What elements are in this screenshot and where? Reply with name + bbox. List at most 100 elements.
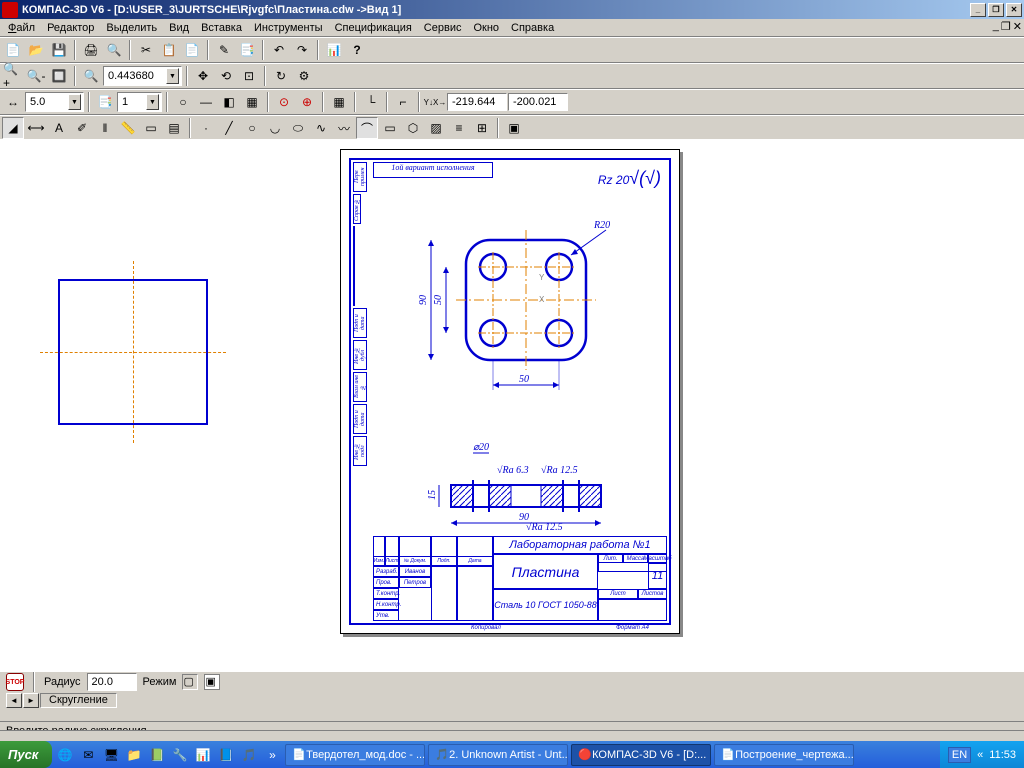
ql-1[interactable]: 📁 [124, 745, 144, 765]
menu-window[interactable]: Окно [467, 20, 505, 36]
layer-dd[interactable]: ▼ [146, 94, 159, 110]
layer-btn[interactable]: ◧ [218, 91, 240, 113]
refresh-button[interactable]: ↻ [270, 65, 292, 87]
spline-tool[interactable]: ∿ [310, 117, 332, 139]
task-kompas[interactable]: 🔴 КОМПАС-3D V6 - [D:... [571, 744, 711, 766]
layers-button[interactable]: 📑 [94, 91, 116, 113]
ql-desktop[interactable]: 🖥 [101, 745, 121, 765]
open-button[interactable]: 📂 [25, 39, 47, 61]
style-button[interactable]: — [195, 91, 217, 113]
task-word2[interactable]: 📄 Построение_чертежа.... [714, 744, 854, 766]
poly-tool[interactable]: ⬡ [402, 117, 424, 139]
close-button[interactable]: ✕ [1006, 3, 1022, 17]
zoom-input[interactable] [106, 68, 166, 84]
vars-button[interactable]: 📊 [323, 39, 345, 61]
copy-button[interactable]: 📋 [158, 39, 180, 61]
menu-insert[interactable]: Вставка [195, 20, 248, 36]
new-button[interactable]: 📄 [2, 39, 24, 61]
contour-tool[interactable]: ▣ [503, 117, 525, 139]
clock[interactable]: 11:53 [989, 749, 1016, 761]
menu-spec[interactable]: Спецификация [329, 20, 418, 36]
ql-arrow[interactable]: » [262, 745, 282, 765]
step-dd[interactable]: ▼ [68, 94, 81, 110]
menu-help[interactable]: Справка [505, 20, 560, 36]
sys-button[interactable]: ○ [172, 91, 194, 113]
point-tool[interactable]: · [195, 117, 217, 139]
paste-button[interactable]: 📄 [181, 39, 203, 61]
measure-panel[interactable]: 📏 [117, 117, 139, 139]
select-panel[interactable]: ▭ [140, 117, 162, 139]
preview-button[interactable]: 🔍 [103, 39, 125, 61]
obj-button[interactable]: ▦ [241, 91, 263, 113]
zoom-prev-button[interactable]: ⟲ [215, 65, 237, 87]
coord-x[interactable]: -219.644 [447, 93, 507, 111]
mode-trim[interactable]: ▢ [182, 674, 198, 690]
menu-file[interactable]: Файл [2, 20, 41, 36]
edit-panel[interactable]: ✐ [71, 117, 93, 139]
ortho-button[interactable]: └ [360, 91, 382, 113]
label-panel[interactable]: A [48, 117, 70, 139]
ql-6[interactable]: 🎵 [239, 745, 259, 765]
grid-button[interactable]: ▦ [328, 91, 350, 113]
param-panel[interactable]: ‖ [94, 117, 116, 139]
ql-5[interactable]: 📘 [216, 745, 236, 765]
dim-panel[interactable]: ⟷ [25, 117, 47, 139]
ql-3[interactable]: 🔧 [170, 745, 190, 765]
equid-tool[interactable]: ≡ [448, 117, 470, 139]
hatch-tool[interactable]: ▨ [425, 117, 447, 139]
coord-y[interactable]: -200.021 [508, 93, 568, 111]
layer-input[interactable] [120, 94, 146, 110]
redo-button[interactable]: ↷ [291, 39, 313, 61]
fillet-tool[interactable]: ⌒ [356, 117, 378, 139]
snap2-button[interactable]: ⊕ [296, 91, 318, 113]
zoom-dropdown[interactable]: ▼ [166, 68, 179, 84]
tab-scroll-right[interactable]: ► [23, 693, 39, 708]
mdi-close[interactable]: ✕ [1013, 20, 1022, 35]
menu-select[interactable]: Выделить [100, 20, 163, 36]
work-area[interactable]: Перв примен Справ № Подп и дата Инв № ду… [0, 139, 1024, 671]
snap1-button[interactable]: ⊙ [273, 91, 295, 113]
line-tool[interactable]: ╱ [218, 117, 240, 139]
lang-indicator[interactable]: EN [948, 747, 971, 763]
ql-2[interactable]: 📗 [147, 745, 167, 765]
radius-input[interactable]: 20.0 [87, 673, 137, 691]
print-button[interactable]: 🖨 [80, 39, 102, 61]
step-combo[interactable]: ▼ [25, 92, 84, 112]
mdi-minimize[interactable]: _ [993, 20, 999, 35]
rebuild-button[interactable]: ⚙ [293, 65, 315, 87]
mdi-restore[interactable]: ❐ [1001, 20, 1011, 35]
geom-panel[interactable]: ◢ [2, 117, 24, 139]
tab-scroll-left[interactable]: ◄ [6, 693, 22, 708]
step-button[interactable]: ↔ [2, 91, 24, 113]
menu-service[interactable]: Сервис [418, 20, 468, 36]
ellipse-tool[interactable]: ⬭ [287, 117, 309, 139]
spec-panel[interactable]: ▤ [163, 117, 185, 139]
mode-notrim[interactable]: ▣ [204, 674, 220, 690]
ql-ie[interactable]: 🌐 [55, 745, 75, 765]
task-winamp[interactable]: 🎵 2. Unknown Artist - Unt... [428, 744, 568, 766]
ql-4[interactable]: 📊 [193, 745, 213, 765]
rect-tool[interactable]: ▭ [379, 117, 401, 139]
zoom-combo[interactable]: ▼ [103, 66, 182, 86]
zoom-window-button[interactable]: 🔲 [48, 65, 70, 87]
circle-tool[interactable]: ○ [241, 117, 263, 139]
bezier-tool[interactable]: 〰 [333, 117, 355, 139]
tray-expand[interactable]: « [977, 749, 983, 761]
prop-tab-fillet[interactable]: Скругление [40, 693, 117, 708]
task-word1[interactable]: 📄 Твердотел_мод.doc - ... [285, 744, 425, 766]
undo-button[interactable]: ↶ [268, 39, 290, 61]
cut-button[interactable]: ✂ [135, 39, 157, 61]
props-button[interactable]: 📑 [236, 39, 258, 61]
step-input[interactable] [28, 94, 68, 110]
arc-tool[interactable]: ◡ [264, 117, 286, 139]
coord-label-btn[interactable]: Y↓X→ [424, 91, 446, 113]
ql-oe[interactable]: ✉ [78, 745, 98, 765]
zoom-in-button[interactable]: 🔍+ [2, 65, 24, 87]
restore-button[interactable]: ❐ [988, 3, 1004, 17]
collect-tool[interactable]: ⊞ [471, 117, 493, 139]
menu-edit[interactable]: Редактор [41, 20, 100, 36]
stop-button[interactable]: STOP [6, 673, 24, 691]
help-button[interactable]: ? [346, 39, 368, 61]
menu-tools[interactable]: Инструменты [248, 20, 329, 36]
zoom-out-button[interactable]: 🔍- [25, 65, 47, 87]
